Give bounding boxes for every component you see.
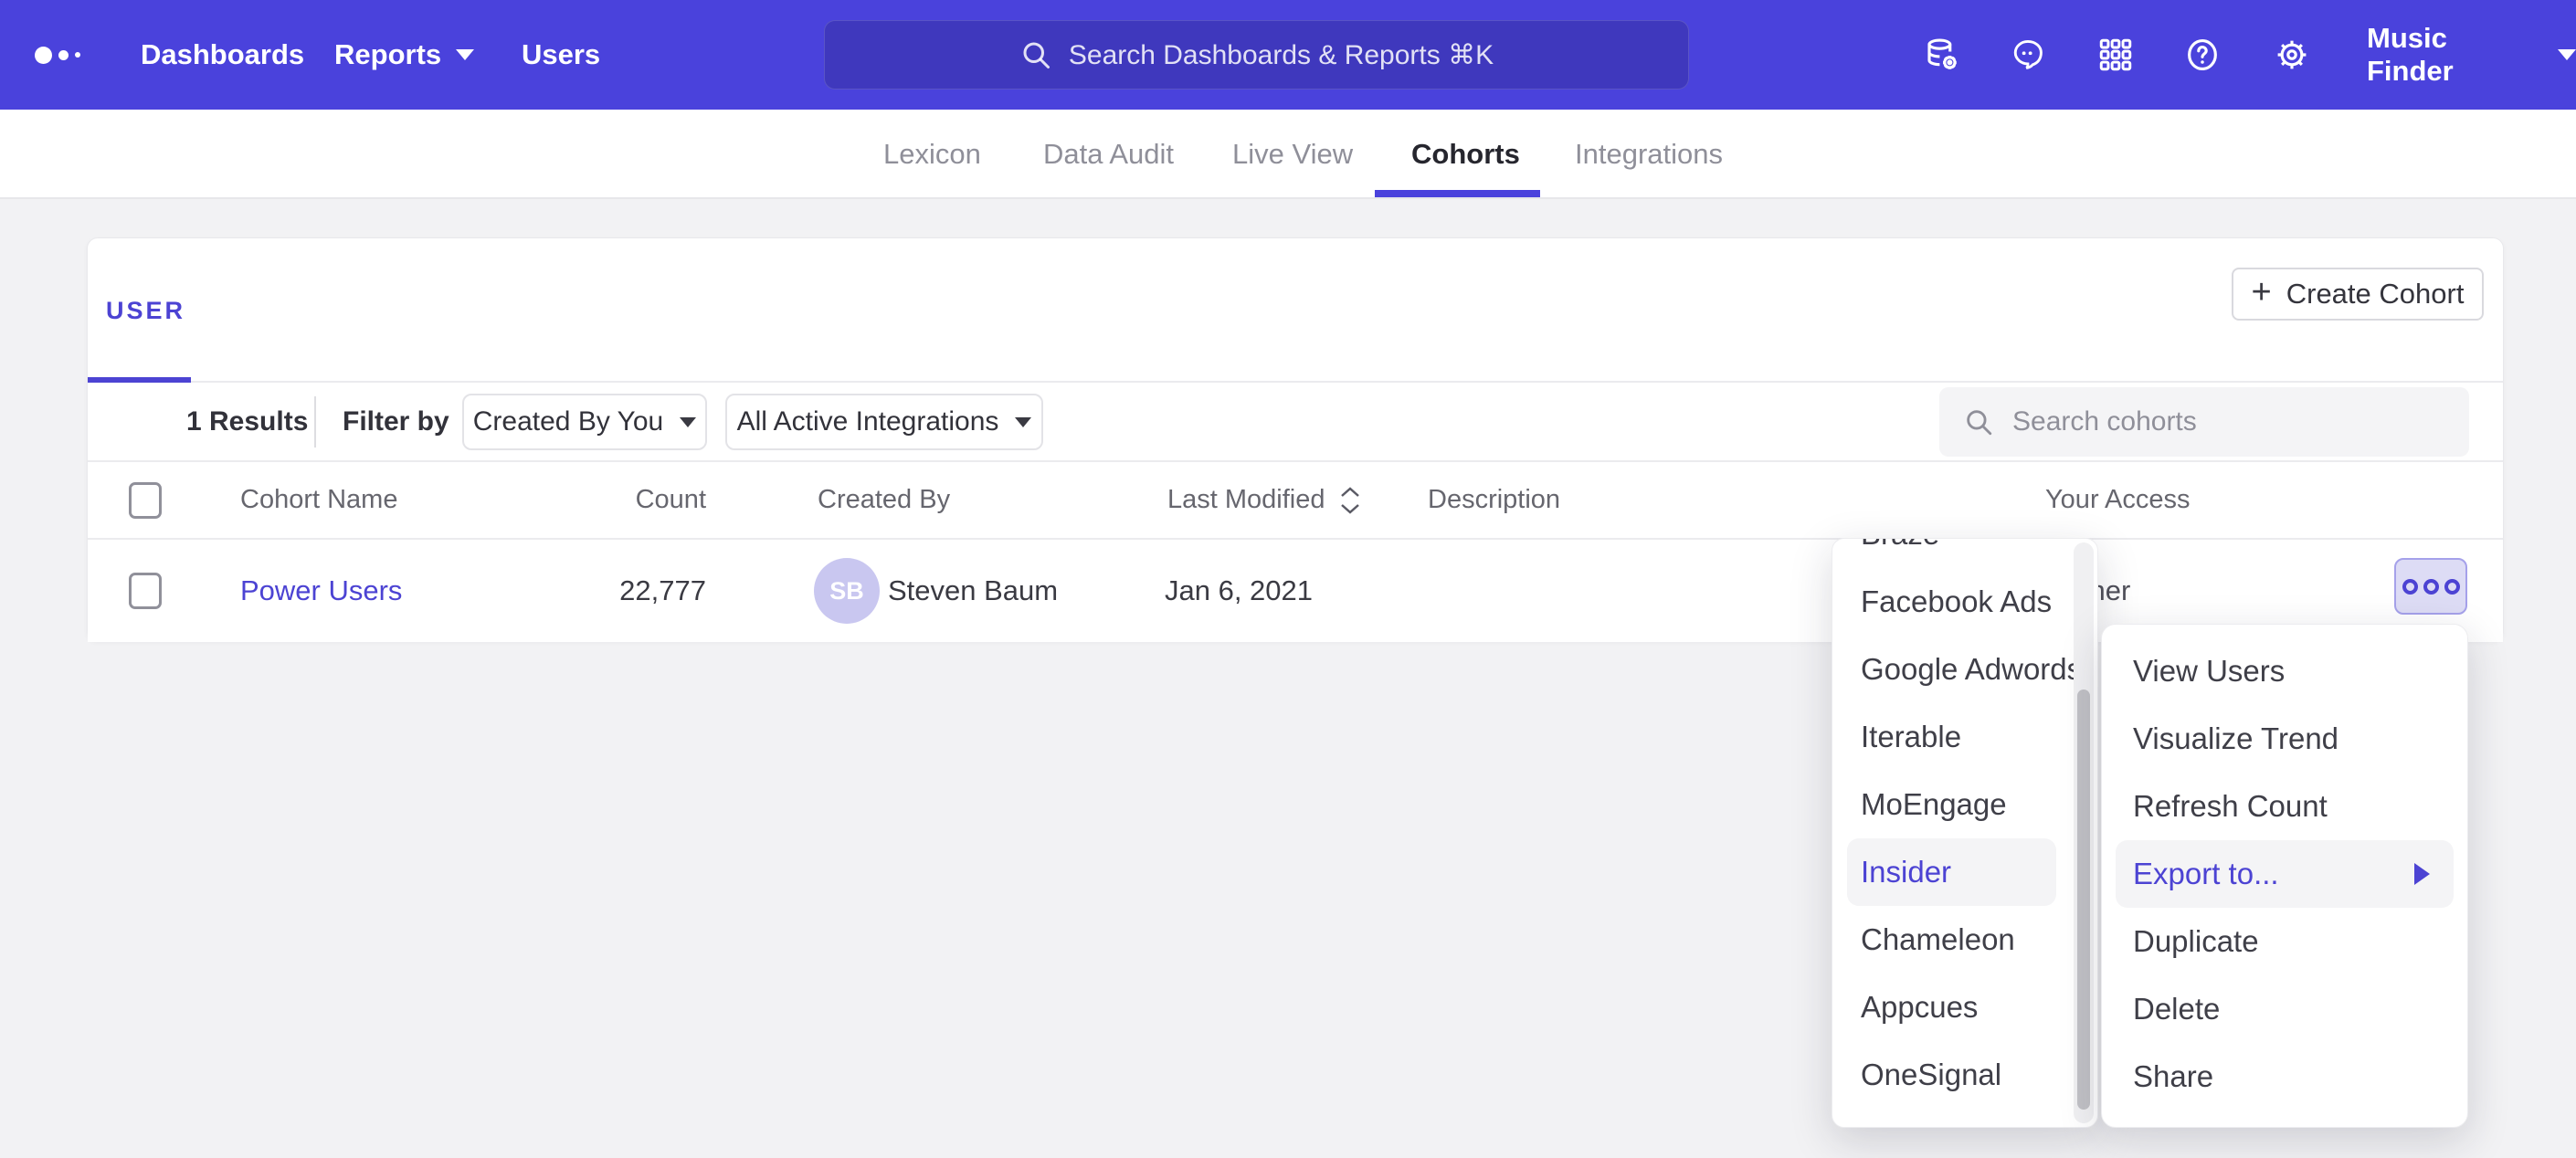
- menu-item-moengage[interactable]: MoEngage: [1832, 771, 2097, 838]
- export-destinations-menu: Braze Facebook Ads Google Adwords Iterab…: [1832, 538, 2098, 1128]
- created-by-filter-dropdown[interactable]: Created By You: [462, 394, 707, 450]
- col-header-created-by[interactable]: Created By: [818, 462, 950, 538]
- divider: [314, 396, 316, 447]
- created-by-value: Steven Baum: [888, 540, 1058, 642]
- section-tabbar: Lexicon Data Audit Live View Cohorts Int…: [0, 110, 2576, 199]
- tab-user-cohorts[interactable]: USER: [106, 297, 185, 325]
- nav-dashboards-label: Dashboards: [141, 38, 304, 71]
- top-navigation-bar: Dashboards Reports Users Search Dashboar…: [0, 0, 2576, 110]
- menu-item-export-to[interactable]: Export to...: [2116, 840, 2454, 908]
- tab-integrations[interactable]: Integrations: [1575, 110, 1723, 199]
- search-icon: [1963, 406, 1994, 437]
- global-search-placeholder: Search Dashboards & Reports ⌘K: [1069, 39, 1494, 71]
- tab-live-view[interactable]: Live View: [1232, 110, 1353, 199]
- nav-users[interactable]: Users: [522, 0, 600, 110]
- create-cohort-label: Create Cohort: [2286, 278, 2465, 311]
- menu-item-chameleon[interactable]: Chameleon: [1832, 906, 2097, 974]
- col-header-last-modified[interactable]: Last Modified: [1167, 462, 1362, 538]
- chevron-down-icon: [456, 49, 474, 60]
- integrations-filter-value: All Active Integrations: [737, 406, 999, 437]
- project-name: Music Finder: [2367, 22, 2539, 88]
- tab-data-audit[interactable]: Data Audit: [1043, 110, 1174, 199]
- menu-scrollbar-thumb[interactable]: [2077, 690, 2090, 1110]
- nav-reports[interactable]: Reports: [334, 0, 474, 110]
- menu-item-braze[interactable]: Braze: [1832, 538, 2097, 568]
- submenu-arrow-icon: [2414, 863, 2430, 885]
- apps-grid-icon[interactable]: [2096, 36, 2135, 74]
- cohort-count: 22,777: [544, 540, 706, 642]
- menu-item-delete[interactable]: Delete: [2102, 975, 2467, 1043]
- help-icon[interactable]: [2183, 36, 2222, 74]
- row-actions-menu: View Users Visualize Trend Refresh Count…: [2101, 624, 2468, 1128]
- settings-gear-icon[interactable]: [2273, 36, 2311, 74]
- search-cohorts-input[interactable]: Search cohorts: [1939, 387, 2469, 457]
- search-icon: [1019, 38, 1052, 71]
- search-cohorts-placeholder: Search cohorts: [2012, 406, 2197, 437]
- menu-item-visualize-trend[interactable]: Visualize Trend: [2102, 705, 2467, 773]
- col-header-description[interactable]: Description: [1428, 462, 1560, 538]
- sort-icon[interactable]: [1338, 486, 1362, 515]
- tab-cohorts[interactable]: Cohorts: [1411, 110, 1520, 199]
- project-switcher[interactable]: Music Finder: [2367, 0, 2576, 110]
- cohort-name-link[interactable]: Power Users: [240, 574, 402, 607]
- chevron-down-icon: [1015, 417, 1031, 427]
- menu-item-onesignal[interactable]: OneSignal: [1832, 1041, 2097, 1109]
- chevron-down-icon: [2558, 49, 2576, 60]
- data-management-icon[interactable]: [1923, 36, 1961, 74]
- menu-item-refresh-count[interactable]: Refresh Count: [2102, 773, 2467, 840]
- nav-reports-label: Reports: [334, 38, 441, 71]
- app-screen: Dashboards Reports Users Search Dashboar…: [0, 0, 2576, 1158]
- cohorts-card: USER + Create Cohort 1 Results Filter by…: [87, 237, 2504, 641]
- menu-item-view-users[interactable]: View Users: [2102, 637, 2467, 705]
- menu-item-iterable[interactable]: Iterable: [1832, 703, 2097, 771]
- active-tab-underline: [1375, 190, 1540, 197]
- menu-item-insider[interactable]: Insider: [1847, 838, 2056, 906]
- menu-item-duplicate[interactable]: Duplicate: [2102, 908, 2467, 975]
- row-checkbox[interactable]: [129, 573, 162, 609]
- col-header-your-access[interactable]: Your Access: [2045, 462, 2191, 538]
- global-search-input[interactable]: Search Dashboards & Reports ⌘K: [824, 20, 1689, 89]
- create-cohort-button[interactable]: + Create Cohort: [2232, 268, 2484, 321]
- filter-toolbar: 1 Results Filter by Created By You All A…: [88, 383, 2503, 462]
- created-by-filter-value: Created By You: [473, 406, 664, 437]
- tab-lexicon[interactable]: Lexicon: [883, 110, 981, 199]
- last-modified-value: Jan 6, 2021: [1165, 540, 1313, 642]
- cohort-type-tabs: USER + Create Cohort: [88, 238, 2503, 383]
- row-actions-kebab-button[interactable]: [2394, 558, 2467, 615]
- col-header-cohort-name[interactable]: Cohort Name: [240, 462, 397, 538]
- plus-icon: +: [2252, 275, 2272, 310]
- nav-users-label: Users: [522, 38, 600, 71]
- avatar: SB: [814, 558, 880, 624]
- col-header-count[interactable]: Count: [544, 462, 706, 538]
- menu-item-appcues[interactable]: Appcues: [1832, 974, 2097, 1041]
- menu-item-share[interactable]: Share: [2102, 1043, 2467, 1111]
- mixpanel-logo-icon[interactable]: [35, 0, 80, 110]
- menu-item-facebook-ads[interactable]: Facebook Ads: [1832, 568, 2097, 636]
- nav-dashboards[interactable]: Dashboards: [141, 0, 304, 110]
- feedback-chat-icon[interactable]: [2009, 36, 2047, 74]
- table-header-row: Cohort Name Count Created By Last Modifi…: [88, 462, 2503, 540]
- results-count: 1 Results: [186, 383, 308, 460]
- integrations-filter-dropdown[interactable]: All Active Integrations: [725, 394, 1043, 450]
- select-all-checkbox[interactable]: [129, 482, 162, 519]
- filter-by-label: Filter by: [343, 383, 449, 460]
- chevron-down-icon: [680, 417, 696, 427]
- menu-item-google-adwords[interactable]: Google Adwords: [1832, 636, 2097, 703]
